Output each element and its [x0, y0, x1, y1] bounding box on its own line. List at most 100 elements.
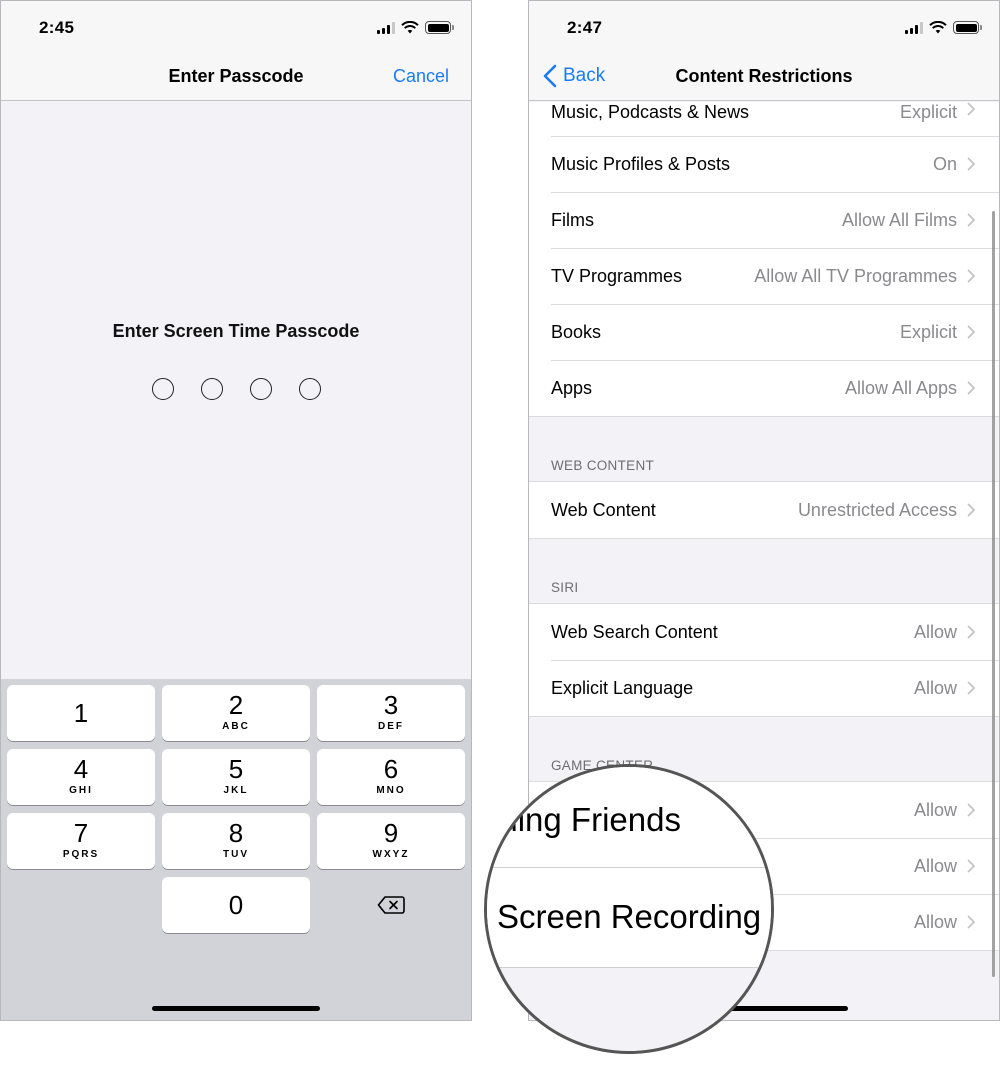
row-tv-programmes[interactable]: TV Programmes Allow All TV Programmes — [529, 248, 999, 304]
row-web-search-content[interactable]: Web Search Content Allow — [529, 604, 999, 660]
passcode-dot — [249, 378, 272, 400]
passcode-dot — [151, 378, 174, 400]
nav-bar: Enter Passcode Cancel — [1, 57, 471, 101]
key-digit: 2 — [228, 690, 244, 720]
key-0[interactable]: 0 — [162, 877, 310, 933]
row-books[interactable]: Books Explicit — [529, 304, 999, 360]
passcode-screen: 2:45 Enter Passcode Cancel Enter Screen … — [0, 0, 472, 1021]
key-letters: WXYZ — [372, 849, 410, 860]
key-digit: 6 — [383, 754, 399, 784]
row-value: Allow All Apps — [844, 377, 957, 398]
delete-key[interactable] — [317, 877, 465, 933]
key-digit: 9 — [383, 818, 399, 848]
key-letters: MNO — [376, 785, 406, 796]
battery-icon — [425, 21, 454, 34]
home-indicator[interactable] — [152, 1006, 320, 1011]
key-digit: 0 — [228, 890, 244, 920]
row-label: Books — [551, 321, 602, 342]
row-music-podcasts-news[interactable]: Music, Podcasts & News Explicit — [529, 102, 999, 136]
status-time: 2:45 — [39, 18, 75, 37]
row-label: Music, Podcasts & News — [551, 102, 750, 122]
row-value: Allow — [913, 855, 957, 876]
magnified-label-screen-recording: Screen Recording — [497, 898, 762, 935]
battery-icon — [953, 21, 982, 34]
key-4[interactable]: 4 GHI — [7, 749, 155, 805]
chevron-right-icon — [967, 213, 975, 227]
row-value: Explicit — [899, 321, 957, 342]
key-digit: 4 — [73, 754, 89, 784]
row-web-content[interactable]: Web Content Unrestricted Access — [529, 482, 999, 538]
numeric-keypad: 1 2 ABC 3 DEF 4 GHI 5 JKL 6 MNO 7 PQRS 8 TUV 9W… — [1, 679, 471, 1020]
chevron-right-icon — [967, 915, 975, 929]
key-digit: 1 — [73, 698, 89, 728]
row-value: Allow — [913, 799, 957, 820]
wifi-icon — [929, 21, 947, 34]
key-9[interactable]: 9 WXYZ — [317, 813, 465, 869]
section-header-web-content: WEB CONTENT — [551, 458, 655, 473]
key-letters: JKL — [223, 785, 249, 796]
key-1[interactable]: 1 — [7, 685, 155, 741]
row-explicit-language[interactable]: Explicit Language Allow — [529, 660, 999, 716]
chevron-right-icon — [967, 503, 975, 517]
passcode-dots — [1, 378, 471, 400]
row-label: Films — [551, 209, 594, 230]
row-label: Explicit Language — [551, 677, 694, 698]
row-music-profiles-posts[interactable]: Music Profiles & Posts On — [529, 136, 999, 192]
key-6[interactable]: 6 MNO — [317, 749, 465, 805]
chevron-right-icon — [967, 157, 975, 171]
row-label: Web Content — [551, 499, 656, 520]
key-8[interactable]: 8 TUV — [162, 813, 310, 869]
section-header-siri: SIRI — [551, 580, 579, 595]
row-label: Web Search Content — [551, 621, 718, 642]
row-value: Allow All TV Programmes — [754, 265, 957, 286]
chevron-right-icon — [967, 381, 975, 395]
chevron-right-icon — [967, 681, 975, 695]
key-letters: GHI — [69, 785, 93, 796]
settings-group-siri: Web Search Content Allow Explicit Languag… — [529, 603, 999, 717]
row-value: Allow — [913, 677, 957, 698]
key-7[interactable]: 7 PQRS — [7, 813, 155, 869]
scrollbar[interactable] — [992, 211, 995, 977]
cellular-signal-icon — [905, 21, 923, 34]
chevron-right-icon — [967, 859, 975, 873]
row-value: Explicit — [899, 102, 957, 122]
row-value: Unrestricted Access — [797, 499, 957, 520]
divider — [487, 967, 771, 968]
passcode-prompt: Enter Screen Time Passcode — [112, 321, 360, 341]
page-title: Content Restrictions — [675, 66, 853, 86]
row-label: Apps — [551, 377, 593, 398]
chevron-right-icon — [967, 269, 975, 283]
cancel-button[interactable]: Cancel — [393, 66, 449, 87]
key-blank — [7, 877, 155, 933]
delete-backspace-icon — [377, 896, 405, 914]
row-value: Allow — [913, 621, 957, 642]
key-letters: DEF — [378, 721, 404, 732]
passcode-dot — [298, 378, 321, 400]
key-2[interactable]: 2 ABC — [162, 685, 310, 741]
key-5[interactable]: 5 JKL — [162, 749, 310, 805]
key-digit: 8 — [228, 818, 244, 848]
row-label: TV Programmes — [551, 265, 683, 286]
key-digit: 5 — [228, 754, 244, 784]
row-label: Music Profiles & Posts — [551, 153, 731, 174]
divider — [487, 867, 771, 868]
status-bar: 2:45 — [1, 1, 471, 57]
passcode-dot — [200, 378, 223, 400]
row-films[interactable]: Films Allow All Films — [529, 192, 999, 248]
settings-group-store: Music, Podcasts & News Explicit Music Pro… — [529, 102, 999, 417]
key-letters: ABC — [222, 721, 250, 732]
magnified-label-adding-friends: Adding Friends — [484, 801, 681, 838]
key-letters: TUV — [223, 849, 249, 860]
key-3[interactable]: 3 DEF — [317, 685, 465, 741]
chevron-right-icon — [967, 803, 975, 817]
status-time: 2:47 — [567, 18, 603, 37]
chevron-right-icon — [967, 102, 975, 116]
key-letters: PQRS — [62, 849, 100, 860]
settings-group-web-content: Web Content Unrestricted Access — [529, 481, 999, 539]
row-apps[interactable]: Apps Allow All Apps — [529, 360, 999, 416]
key-digit: 3 — [383, 690, 399, 720]
chevron-right-icon — [967, 325, 975, 339]
wifi-icon — [401, 21, 419, 34]
row-value: Allow — [913, 911, 957, 932]
nav-bar: Back Content Restrictions — [529, 57, 999, 101]
